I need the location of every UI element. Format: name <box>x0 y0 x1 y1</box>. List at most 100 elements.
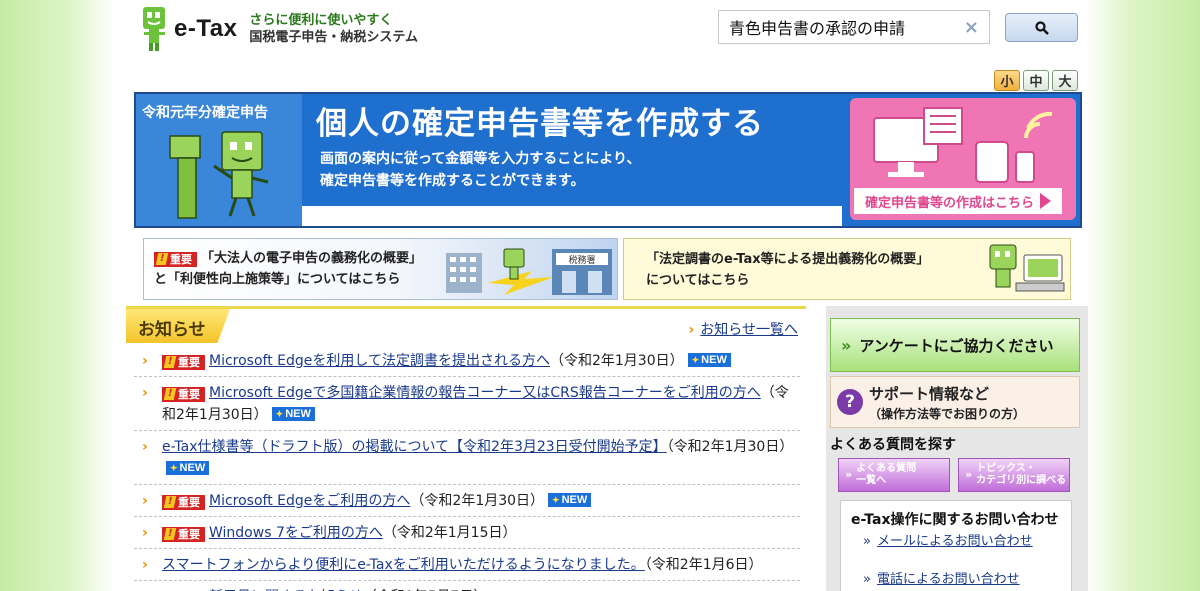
double-chevron-icon: » <box>841 335 852 355</box>
exclamation-icon: ! <box>163 356 177 368</box>
tagline-line1: さらに便利に使いやすく <box>249 13 393 28</box>
chevron-right-icon: › <box>142 353 148 369</box>
news-item: › ! 重要 Microsoft Edgeで多国籍企業情報の報告コーナー又はCRS報告… <box>134 377 800 431</box>
mascot-icon <box>140 6 170 52</box>
faq-heading: よくある質問を探す <box>830 437 956 453</box>
create-return-cta-text: 確定申告書等の作成はこちら <box>864 195 1034 211</box>
faq-btn2-line2: カテゴリ別に調べる <box>976 475 1067 486</box>
large-corp-banner-line2: と「利便性向上施策等」についてはこちら <box>154 272 401 287</box>
new-badge: NEW <box>548 493 592 507</box>
font-size-switcher: 小 中 大 <box>994 70 1078 91</box>
survey-label: アンケートにご協力ください <box>859 336 1054 355</box>
logo-tagline: さらに便利に使いやすく 国税電子申告・納税システム <box>249 12 418 46</box>
statutory-banner-line1: 「法定調書のe-Tax等による提出義務化の概要」 <box>646 252 930 267</box>
faq-btn1-line1: よくある質問 <box>856 463 917 474</box>
chevron-right-icon: › <box>142 385 148 401</box>
main-banner-desc-line2: 確定申告書等を作成することができます。 <box>320 173 585 189</box>
chevron-right-icon: › <box>142 439 148 455</box>
news-item-date: （令和2年1月15日） <box>382 525 517 541</box>
large-corp-banner-text: ! 重要 「大法人の電子申告の義務化の概要」 と「利便性向上施策等」についてはこちら <box>154 248 422 290</box>
create-return-button[interactable]: 確定申告書等の作成はこちら <box>850 98 1076 220</box>
main-banner-description: 画面の案内に従って金額等を入力することにより、 確定申告書等を作成することができ… <box>320 148 640 192</box>
contact-box: e-Tax操作に関するお問い合わせ メールによるお問い合わせ 電話によるお問い合… <box>840 500 1072 591</box>
news-item-link[interactable]: Windows 7をご利用の方へ <box>209 525 383 541</box>
font-size-medium-button[interactable]: 中 <box>1023 70 1049 91</box>
main-banner-desc-line1: 画面の案内に従って金額等を入力することにより、 <box>320 151 641 167</box>
main-banner-left-panel: 令和元年分確定申告 <box>136 94 302 226</box>
tax-office-sign: 税務署 <box>568 254 595 266</box>
news-item: › ! 重要 Microsoft Edgeを利用して法定調書を提出される方へ（令和2年… <box>134 345 800 377</box>
news-item-date: （令和2年1月6日） <box>644 557 763 573</box>
font-size-large-button[interactable]: 大 <box>1052 70 1078 91</box>
important-badge: ! 重要 <box>162 494 205 510</box>
news-title: お知らせ <box>138 320 206 340</box>
mascot-pc-illustration <box>989 244 1065 292</box>
news-item-link[interactable]: Microsoft Edgeで多国籍企業情報の報告コーナー又はCRS報告コーナー… <box>209 385 761 401</box>
news-item-date: （令和2年1月30日） <box>666 439 794 455</box>
search-box: × <box>718 10 990 44</box>
sidebar: » アンケートにご協力ください ? サポート情報など （操作方法等でお困りの方）… <box>826 306 1088 591</box>
news-item: › e-Tax仕様書等（ドラフト版）の掲載について【令和2年3月23日受付開始予定… <box>134 431 800 485</box>
exclamation-icon: ! <box>155 253 169 265</box>
main-banner-strip <box>302 206 842 226</box>
clear-icon[interactable]: × <box>964 17 979 38</box>
support-title: サポート情報など <box>869 385 990 403</box>
main-banner-tag: 令和元年分確定申告 <box>142 105 268 121</box>
search-button[interactable] <box>1005 13 1078 42</box>
support-subtitle: （操作方法等でお困りの方） <box>869 407 1026 421</box>
contact-phone-link[interactable]: 電話によるお問い合わせ <box>863 571 1047 589</box>
news-list-link[interactable]: お知らせ一覧へ <box>688 319 798 339</box>
news-item: › !重要Microsoft Edgeをご利用の方へ（令和2年1月30日）NEW <box>134 485 800 517</box>
statutory-report-e-filing-banner[interactable]: 「法定調書のe-Tax等による提出義務化の概要」 についてはこちら <box>623 238 1071 300</box>
survey-button[interactable]: » アンケートにご協力ください <box>830 318 1080 372</box>
exclamation-icon: ! <box>163 388 177 400</box>
play-arrow-icon <box>1040 193 1051 209</box>
large-corp-e-filing-banner[interactable]: ! 重要 「大法人の電子申告の義務化の概要」 と「利便性向上施策等」についてはこちら… <box>143 238 618 300</box>
statutory-banner-line2: についてはこちら <box>646 273 750 288</box>
faq-btn2-line1: トピックス・ <box>976 463 1036 474</box>
create-return-cta-label: 確定申告書等の作成はこちら <box>854 188 1062 214</box>
news-item-link[interactable]: Microsoft Edgeをご利用の方へ <box>209 493 410 509</box>
news-item-link[interactable]: スマートフォンからより便利にe-Taxをご利用いただけるようになりました。 <box>162 557 645 573</box>
support-info-button[interactable]: ? サポート情報など （操作方法等でお困りの方） <box>830 376 1080 428</box>
new-badge: NEW <box>166 461 210 475</box>
chevron-right-icon: › <box>142 557 148 573</box>
mascot-kiosk-illustration <box>169 131 269 219</box>
news-item-date: （令和2年1月30日） <box>410 493 545 509</box>
main-banner-title: 個人の確定申告書等を作成する <box>316 106 764 142</box>
question-icon: ? <box>837 389 863 415</box>
important-badge: ! 重要 <box>154 251 197 267</box>
search-icon <box>1034 20 1049 35</box>
news-item: › スマートフォンからより便利にe-Taxをご利用いただけるようになりました。（令… <box>134 549 800 581</box>
faq-list-button[interactable]: » よくある質問 一覧へ <box>838 458 950 492</box>
search-input[interactable] <box>729 17 959 37</box>
tagline-line2: 国税電子申告・納税システム <box>249 30 419 45</box>
double-chevron-icon: » <box>965 468 973 481</box>
etax-logo[interactable]: e-Tax さらに便利に使いやすく 国税電子申告・納税システム <box>140 6 418 52</box>
important-badge: ! 重要 <box>162 386 205 402</box>
important-badge: ! 重要 <box>162 354 205 370</box>
chevron-right-icon: › <box>142 525 148 541</box>
contact-title: e-Tax操作に関するお問い合わせ <box>851 512 1059 528</box>
contact-mail-link[interactable]: メールによるお問い合わせ <box>863 533 1047 551</box>
tax-office-illustration: 税務署 <box>446 248 612 295</box>
logo-wordmark: e-Tax <box>174 15 238 42</box>
news-item: ›!重要新元号に関するお知らせ（令和1年5月7日） <box>134 581 800 591</box>
news-item-link[interactable]: e-Tax仕様書等（ドラフト版）の掲載について【令和2年3月23日受付開始予定】 <box>162 439 667 455</box>
news-item-link[interactable]: Microsoft Edgeを利用して法定調書を提出される方へ <box>209 353 550 369</box>
news-section: お知らせ お知らせ一覧へ ›!重要Microsoft Edgeを利用して法定調書… <box>126 306 806 591</box>
new-badge: NEW <box>271 407 315 421</box>
faq-btn1-line2: 一覧へ <box>856 475 887 486</box>
main-banner[interactable]: 令和元年分確定申告 個人の確定申告書等を作成する 画面の案内に従って金額等を入力… <box>134 92 1082 228</box>
font-size-small-button[interactable]: 小 <box>994 70 1020 91</box>
devices-illustration <box>873 107 1053 183</box>
chevron-right-icon: › <box>142 586 148 591</box>
large-corp-banner-line1: 「大法人の電子申告の義務化の概要」 <box>201 251 423 266</box>
faq-topics-button[interactable]: » トピックス・ カテゴリ別に調べる <box>958 458 1070 492</box>
new-badge: NEW <box>687 353 731 367</box>
statutory-banner-text: 「法定調書のe-Tax等による提出義務化の概要」 についてはこちら <box>646 249 929 291</box>
news-item: › ! 重要 Windows 7をご利用の方へ（令和2年1月15日） <box>134 517 800 549</box>
exclamation-icon: ! <box>163 496 177 508</box>
double-chevron-icon: » <box>845 468 853 481</box>
news-list: ›! 重要 Microsoft Edgeを利用して法定調書を提出される方へ（令和2年… <box>134 345 800 591</box>
